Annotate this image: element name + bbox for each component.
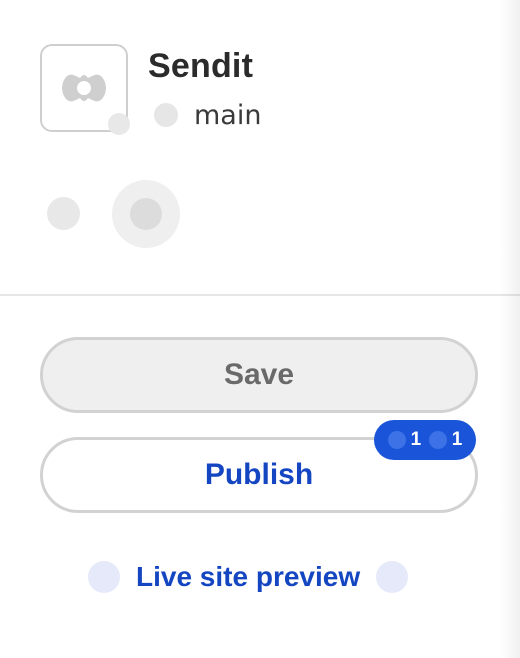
save-button[interactable]: Save (40, 337, 478, 413)
changes-count-group: 1 (387, 429, 422, 451)
changes-count-badge: 1 1 (374, 420, 476, 460)
branch-icon (154, 103, 178, 127)
publish-panel: Sendit main Save Publish 1 1 Live site p… (0, 0, 520, 658)
add-icon (428, 431, 447, 449)
live-preview-link[interactable]: Live site preview (88, 556, 409, 598)
eye-icon (88, 561, 120, 593)
small-status-icon (47, 197, 80, 230)
changes-count-value: 1 (410, 429, 422, 450)
logo-status-badge (108, 113, 130, 135)
edit-icon (387, 431, 406, 449)
external-link-icon (376, 561, 409, 593)
site-name: Sendit (148, 47, 254, 85)
live-preview-label[interactable]: Live site preview (136, 561, 360, 593)
user-avatar[interactable] (112, 180, 180, 248)
changes-count-value: 1 (451, 429, 463, 450)
changes-count-group: 1 (428, 429, 463, 451)
avatar-icon (130, 198, 162, 230)
site-header: Sendit main (0, 0, 520, 296)
branch-selector[interactable]: main (154, 98, 261, 132)
branch-name: main (194, 99, 262, 131)
puzzle-piece-icon (62, 74, 106, 102)
